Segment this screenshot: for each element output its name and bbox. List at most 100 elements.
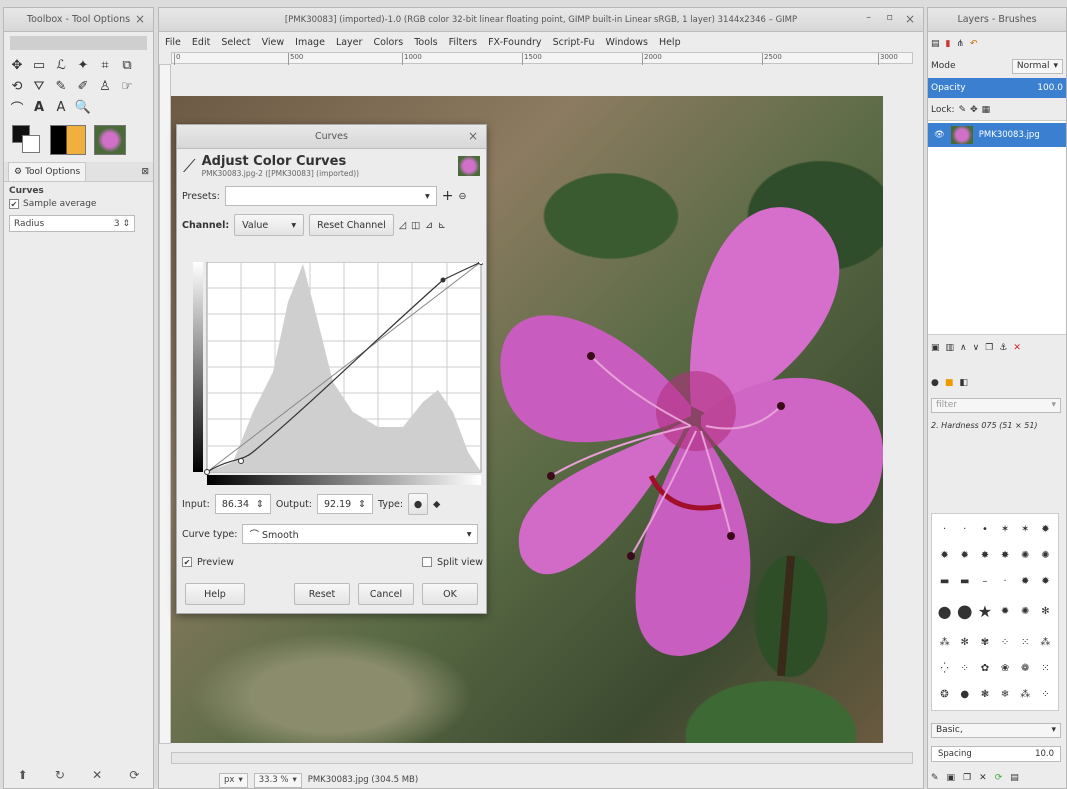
- horizontal-scrollbar[interactable]: [171, 752, 913, 764]
- brush-item[interactable]: ⁂: [1016, 682, 1035, 707]
- menu-file[interactable]: File: [165, 37, 181, 48]
- tab-tool-options[interactable]: ⚙ Tool Options: [8, 162, 87, 181]
- brush-item[interactable]: ✹: [935, 543, 954, 568]
- lower-icon[interactable]: ∨: [973, 343, 980, 353]
- brush-item[interactable]: ⁘: [955, 656, 974, 681]
- ok-button[interactable]: OK: [422, 583, 478, 605]
- path-icon[interactable]: ⌒: [8, 98, 26, 117]
- new-brush-icon[interactable]: ▣: [947, 773, 956, 783]
- sample-average-row[interactable]: ✔ Sample average: [9, 196, 148, 212]
- preset-menu-icon[interactable]: ⊖: [459, 191, 467, 202]
- curve-freehand-icon[interactable]: ⊾: [438, 220, 446, 231]
- zoom-icon[interactable]: 🔍: [74, 98, 92, 116]
- linear-histogram-icon[interactable]: ◿: [399, 220, 406, 231]
- toolbox-titlebar[interactable]: Toolbox - Tool Options ×: [4, 8, 153, 32]
- clone-icon[interactable]: ♙: [96, 77, 114, 95]
- brush-item[interactable]: –: [975, 569, 994, 594]
- help-button[interactable]: Help: [185, 583, 245, 605]
- new-group-icon[interactable]: ▥: [946, 343, 955, 353]
- brush-item[interactable]: ✶: [995, 517, 1014, 542]
- brush-item[interactable]: ❄: [995, 682, 1014, 707]
- brush-item[interactable]: ✺: [1036, 543, 1055, 568]
- menu-tools[interactable]: Tools: [414, 37, 437, 48]
- brush-item[interactable]: ❀: [995, 656, 1014, 681]
- brush-item[interactable]: ⁙: [1016, 630, 1035, 655]
- split-view-checkbox[interactable]: [422, 557, 433, 567]
- mode-select[interactable]: Normal ▾: [1011, 58, 1063, 74]
- brush-item[interactable]: ✹: [1036, 569, 1055, 594]
- brush-item[interactable]: ❃: [975, 682, 994, 707]
- edit-brush-icon[interactable]: ✎: [931, 773, 939, 783]
- menu-filters[interactable]: Filters: [449, 37, 477, 48]
- layer-row[interactable]: 👁 PMK30083.jpg: [928, 123, 1066, 147]
- brush-item[interactable]: ⁛: [935, 656, 954, 681]
- delete-brush-icon[interactable]: ✕: [979, 773, 987, 783]
- menu-select[interactable]: Select: [221, 37, 250, 48]
- brush-item[interactable]: ✸: [995, 543, 1014, 568]
- anchor-icon[interactable]: ⚓: [999, 343, 1007, 353]
- brush-item[interactable]: ·: [995, 569, 1014, 594]
- fg-bg-colors[interactable]: [12, 125, 42, 155]
- save-options-icon[interactable]: ⬆: [18, 768, 28, 782]
- duplicate-icon[interactable]: ❐: [985, 343, 993, 353]
- brush-item[interactable]: ●: [935, 595, 954, 630]
- rect-select-icon[interactable]: ▭: [30, 56, 48, 74]
- brush-item[interactable]: ⁘: [1036, 682, 1055, 707]
- corner-point-icon[interactable]: ◆: [433, 499, 440, 510]
- crop-icon[interactable]: ⌗: [96, 56, 114, 74]
- brush-item[interactable]: ●: [955, 682, 974, 707]
- channel-select[interactable]: Value ▾: [234, 214, 305, 236]
- reset-button[interactable]: Reset: [294, 583, 350, 605]
- maximize-icon[interactable]: ▫: [887, 12, 893, 23]
- brush-item[interactable]: ·: [935, 517, 954, 542]
- brush-item[interactable]: ⁂: [1036, 630, 1055, 655]
- curve-type-select[interactable]: ⌒ Smooth ▾: [242, 524, 479, 544]
- raise-icon[interactable]: ∧: [960, 343, 967, 353]
- gradients-tab-icon[interactable]: ◧: [959, 378, 968, 388]
- presets-select[interactable]: ▾: [224, 186, 437, 206]
- brush-item[interactable]: ⁘: [995, 630, 1014, 655]
- opacity-slider[interactable]: Opacity 100.0: [928, 78, 1066, 98]
- tab-menu-icon[interactable]: ⊠: [141, 167, 149, 177]
- curve-edit-icon[interactable]: ⊿: [425, 220, 433, 231]
- lock-position-icon[interactable]: ✥: [970, 105, 978, 115]
- spacing-slider[interactable]: Spacing 10.0: [931, 746, 1061, 762]
- layers-titlebar[interactable]: Layers - Brushes: [928, 8, 1066, 32]
- brush-item[interactable]: ✹: [1036, 517, 1055, 542]
- close-icon[interactable]: ×: [905, 12, 915, 26]
- brush-item[interactable]: ✹: [955, 543, 974, 568]
- brush-item[interactable]: ✾: [975, 630, 994, 655]
- layers-tab-icon[interactable]: ▤: [931, 39, 940, 49]
- fuzzy-select-icon[interactable]: ✦: [74, 56, 92, 74]
- paint-icon[interactable]: ✎: [52, 77, 70, 95]
- brush-item[interactable]: ✺: [1016, 543, 1035, 568]
- brush-item[interactable]: ★: [975, 595, 994, 630]
- brush-tag-select[interactable]: Basic, ▾: [931, 722, 1061, 738]
- menu-colors[interactable]: Colors: [373, 37, 403, 48]
- menu-help[interactable]: Help: [659, 37, 681, 48]
- open-as-image-icon[interactable]: ▤: [1010, 773, 1019, 783]
- brush-item[interactable]: ✻: [955, 630, 974, 655]
- preview-checkbox[interactable]: ✔: [182, 557, 192, 567]
- brush-item[interactable]: ✸: [975, 543, 994, 568]
- paths-tab-icon[interactable]: ⋔: [956, 39, 964, 49]
- menu-layer[interactable]: Layer: [336, 37, 363, 48]
- brush-item[interactable]: ✺: [1016, 595, 1035, 630]
- delete-layer-icon[interactable]: ✕: [1013, 343, 1021, 353]
- warp-icon[interactable]: ⟲: [8, 77, 26, 95]
- reset-icon[interactable]: ⟳: [129, 768, 139, 782]
- horizontal-ruler[interactable]: 0 500 1000 1500 2000 2500 3000: [171, 52, 913, 65]
- image-titlebar[interactable]: [PMK30083] (imported)-1.0 (RGB color 32-…: [159, 8, 923, 32]
- radius-spinner[interactable]: Radius 3 ⇕: [9, 215, 135, 232]
- brush-item[interactable]: ▬: [955, 569, 974, 594]
- brush-icon[interactable]: ✐: [74, 77, 92, 95]
- cancel-button[interactable]: Cancel: [358, 583, 414, 605]
- brush-item[interactable]: ▬: [935, 569, 954, 594]
- output-spinner[interactable]: 92.19 ⇕: [317, 494, 374, 514]
- measure-icon[interactable]: A: [52, 98, 70, 116]
- brushes-tab-icon[interactable]: ●: [931, 378, 939, 388]
- brush-item[interactable]: ⁙: [1036, 656, 1055, 681]
- lock-pixels-icon[interactable]: ✎: [959, 105, 967, 115]
- new-layer-icon[interactable]: ▣: [931, 343, 940, 353]
- brush-item[interactable]: ✶: [1016, 517, 1035, 542]
